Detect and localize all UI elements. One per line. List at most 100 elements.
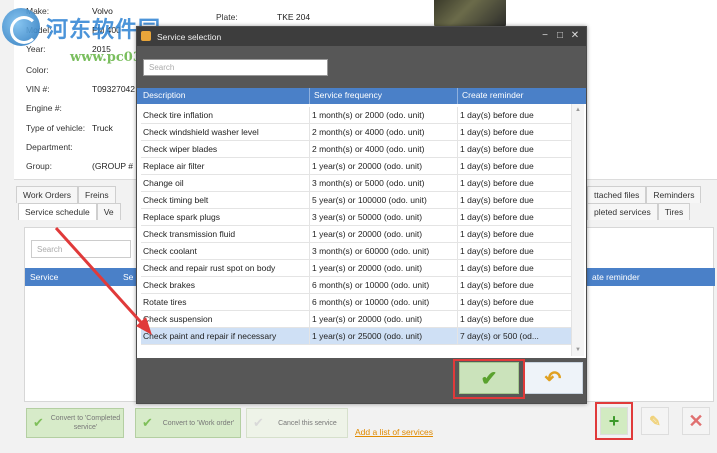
plate-value: TKE 204 (277, 12, 311, 22)
tabs-row-1: Work Orders Freins (16, 186, 116, 203)
service-reminder: 1 day(s) before due (457, 175, 573, 192)
service-row[interactable]: Check transmission fluid 1 year(s) or 200… (141, 226, 573, 243)
app-icon (141, 31, 151, 41)
minimize-icon[interactable]: − (538, 29, 552, 43)
engine-label: Engine #: (26, 103, 62, 113)
service-grid: Description Service frequency Create rem… (137, 88, 586, 358)
service-frequency: 3 month(s) or 60000 (odo. unit) (309, 243, 457, 260)
service-reminder: 1 day(s) before due (457, 192, 573, 209)
service-row[interactable]: Check tire inflation 1 month(s) or 2000 (… (141, 107, 573, 124)
maximize-icon[interactable]: □ (553, 29, 567, 43)
service-frequency: 1 month(s) or 2000 (odo. unit) (309, 107, 457, 124)
service-reminder: 1 day(s) before due (457, 277, 573, 294)
service-frequency: 5 year(s) or 100000 (odo. unit) (309, 192, 457, 209)
dialog-titlebar: Service selection − □ ✕ (137, 27, 586, 46)
service-row[interactable]: Check timing belt 5 year(s) or 100000 (od… (141, 192, 573, 209)
tab-attached-files[interactable]: ttached files (587, 186, 647, 203)
tab-reminders[interactable]: Reminders (646, 186, 702, 203)
cancel-service-button[interactable]: ✔ Cancel this service (246, 408, 348, 438)
pencil-icon: ✎ (649, 412, 661, 429)
dialog-title: Service selection (157, 32, 222, 42)
dialog-search-strip: Search (137, 46, 586, 88)
service-reminder: 1 day(s) before due (457, 107, 573, 124)
service-reminder: 1 day(s) before due (457, 260, 573, 277)
service-grid-header: Description Service frequency Create rem… (137, 88, 586, 104)
check-icon: ✔ (142, 415, 153, 430)
service-description: Check timing belt (143, 195, 209, 205)
service-reminder: 1 day(s) before due (457, 209, 573, 226)
tabs-right-row-1: ttached files Reminders (587, 186, 702, 203)
service-description: Check transmission fluid (143, 229, 236, 239)
col-service-frequency[interactable]: Service frequency (309, 88, 382, 104)
service-frequency: 1 year(s) or 20000 (odo. unit) (309, 226, 457, 243)
service-frequency: 6 month(s) or 10000 (odo. unit) (309, 294, 457, 311)
grid-scrollbar[interactable]: ▲ ▼ (571, 104, 584, 356)
service-row[interactable]: Replace spark plugs 3 year(s) or 50000 (o… (141, 209, 573, 226)
edit-service-button[interactable]: ✎ (641, 407, 669, 435)
col-create-reminder[interactable]: Create reminder (457, 88, 523, 104)
service-frequency: 1 year(s) or 20000 (odo. unit) (309, 158, 457, 175)
add-list-of-services-link[interactable]: Add a list of services (355, 427, 433, 437)
vehicle-type-value: Truck (92, 123, 113, 133)
service-row[interactable]: Check wiper blades 2 month(s) or 4000 (od… (141, 141, 573, 158)
confirm-button-highlight (453, 359, 525, 399)
convert-completed-button[interactable]: ✔ Convert to 'Completed service' (26, 408, 124, 438)
service-description: Check brakes (143, 280, 195, 290)
service-description: Check tire inflation (143, 110, 213, 120)
scroll-down-icon[interactable]: ▼ (575, 347, 581, 353)
service-reminder: 1 day(s) before due (457, 226, 573, 243)
service-row[interactable]: Replace air filter 1 year(s) or 20000 (od… (141, 158, 573, 175)
undo-button[interactable]: ↶ (523, 362, 583, 394)
service-description: Check paint and repair if necessary (143, 331, 277, 341)
service-row[interactable]: Check and repair rust spot on body 1 year… (141, 260, 573, 277)
vehicle-type-label: Type of vehicle: (26, 123, 86, 133)
service-frequency: 2 month(s) or 4000 (odo. unit) (309, 124, 457, 141)
scroll-up-icon[interactable]: ▲ (575, 107, 581, 113)
dialog-search-input[interactable]: Search (143, 59, 328, 76)
service-reminder: 1 day(s) before due (457, 294, 573, 311)
service-description: Check and repair rust spot on body (143, 263, 276, 273)
tab-service-schedule[interactable]: Service schedule (18, 203, 97, 220)
service-frequency: 3 month(s) or 5000 (odo. unit) (309, 175, 457, 192)
check-icon: ✔ (33, 415, 44, 430)
service-row[interactable]: Check suspension 1 year(s) or 20000 (odo.… (141, 311, 573, 328)
service-frequency: 3 year(s) or 50000 (odo. unit) (309, 209, 457, 226)
service-row[interactable]: Check coolant 3 month(s) or 60000 (odo. u… (141, 243, 573, 260)
service-row[interactable]: Check paint and repair if necessary 1 yea… (141, 328, 573, 345)
service-frequency: 2 month(s) or 4000 (odo. unit) (309, 141, 457, 158)
schedule-action-bar: ✔ Convert to 'Completed service' ✔ Conve… (24, 402, 714, 441)
tab-completed-services[interactable]: pleted services (587, 203, 658, 220)
service-description: Change oil (143, 178, 184, 188)
service-row[interactable]: Change oil 3 month(s) or 5000 (odo. unit)… (141, 175, 573, 192)
service-reminder: 1 day(s) before due (457, 311, 573, 328)
tab-ve[interactable]: Ve (96, 203, 121, 220)
service-description: Check wiper blades (143, 144, 218, 154)
tab-brakes[interactable]: Freins (78, 186, 116, 203)
service-row[interactable]: Check windshield washer level 2 month(s) … (141, 124, 573, 141)
vin-value: T09327042 (92, 84, 136, 94)
add-button-highlight (595, 402, 633, 440)
convert-work-order-button[interactable]: ✔ Convert to 'Work order' (135, 408, 241, 438)
service-selection-dialog: Service selection − □ ✕ Search Descripti… (136, 26, 587, 404)
department-label: Department: (26, 142, 73, 152)
close-icon[interactable]: ✕ (568, 29, 582, 43)
service-reminder: 1 day(s) before due (457, 124, 573, 141)
undo-icon: ↶ (544, 367, 562, 390)
service-frequency: 1 year(s) or 25000 (odo. unit) (309, 328, 457, 345)
tabs-right-row-2: pleted services Tires (587, 203, 691, 220)
delete-service-button[interactable]: ✕ (682, 407, 710, 435)
service-row[interactable]: Rotate tires 6 month(s) or 10000 (odo. un… (141, 294, 573, 311)
tab-tires[interactable]: Tires (657, 203, 691, 220)
plate-label: Plate: (216, 12, 238, 22)
service-row[interactable]: Check brakes 6 month(s) or 10000 (odo. un… (141, 277, 573, 294)
service-frequency: 6 month(s) or 10000 (odo. unit) (309, 277, 457, 294)
delete-icon: ✕ (688, 410, 704, 431)
schedule-search-input[interactable]: Search (31, 240, 131, 258)
tab-work-orders[interactable]: Work Orders (16, 186, 79, 203)
col-description[interactable]: Description (139, 88, 186, 104)
service-description: Check windshield washer level (143, 127, 259, 137)
service-description: Rotate tires (143, 297, 187, 307)
color-label: Color: (26, 65, 49, 75)
service-description: Replace spark plugs (143, 212, 221, 222)
service-reminder: 1 day(s) before due (457, 243, 573, 260)
